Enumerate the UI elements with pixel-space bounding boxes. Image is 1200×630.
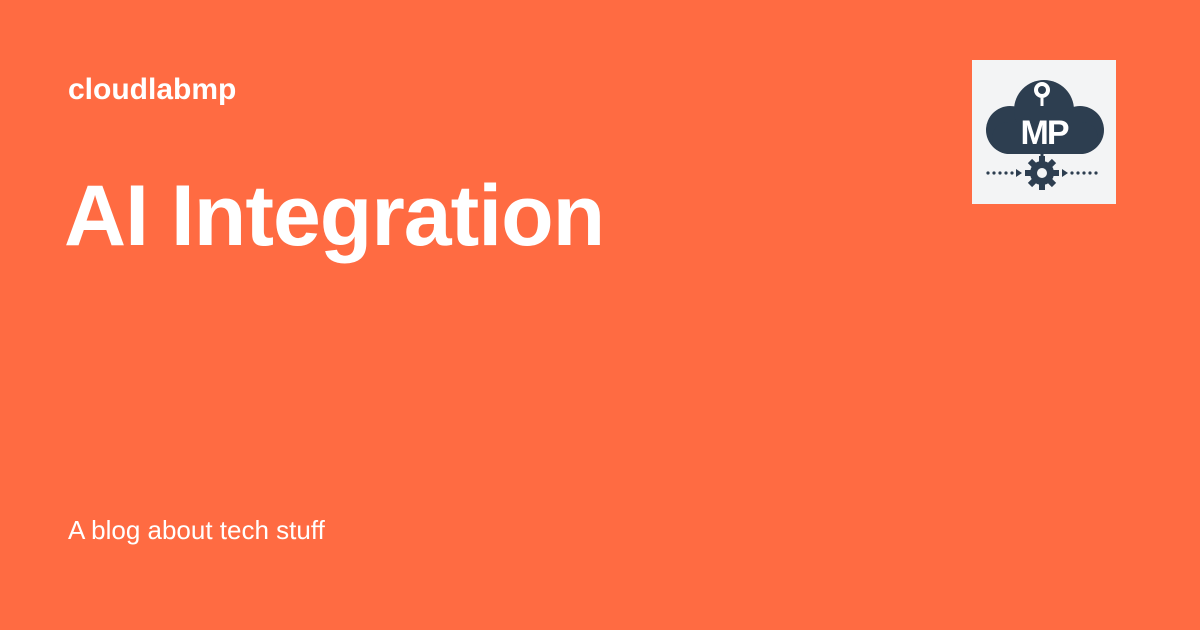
logo-graphic: MP <box>986 80 1104 190</box>
site-name: cloudlabmp <box>68 73 237 106</box>
social-card: cloudlabmp AI Integration A blog about t… <box>0 0 1200 630</box>
gear-icon <box>1025 156 1059 190</box>
post-title: AI Integration <box>64 168 605 264</box>
cloud-gear-logo-icon: MP <box>972 60 1116 204</box>
site-tagline: A blog about tech stuff <box>68 515 325 545</box>
logo-text: MP <box>1021 114 1069 152</box>
